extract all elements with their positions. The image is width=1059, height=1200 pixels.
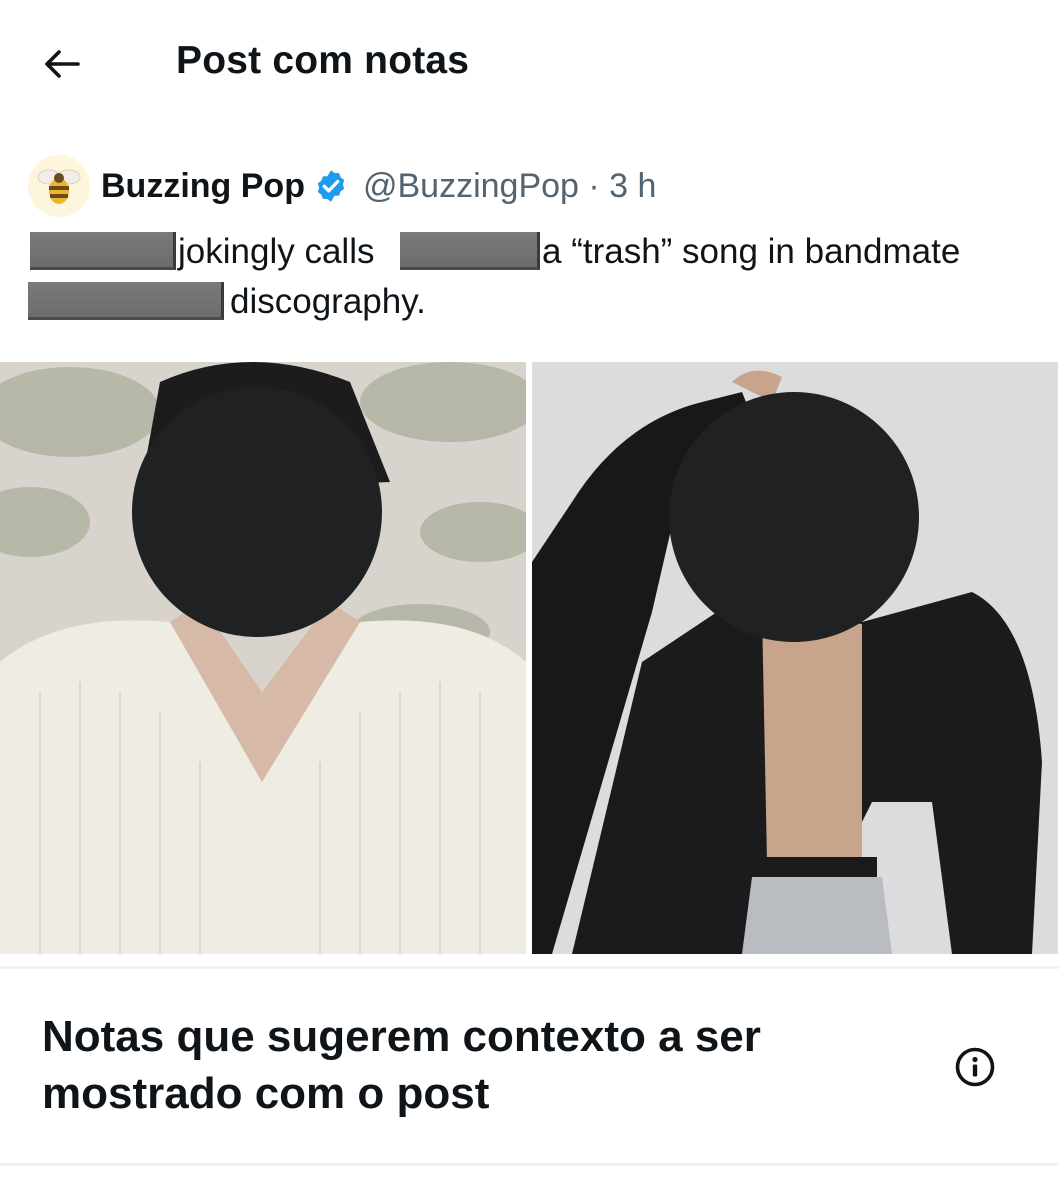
avatar[interactable]	[28, 155, 90, 217]
info-icon	[955, 1047, 995, 1087]
back-button[interactable]	[36, 38, 88, 90]
post-text-segment: discography.	[230, 282, 426, 321]
info-button[interactable]	[954, 1046, 996, 1088]
post-image-2[interactable]	[532, 362, 1058, 954]
arrow-left-icon	[45, 50, 80, 78]
redaction-bar	[28, 282, 224, 320]
bee-icon	[37, 169, 81, 204]
divider	[0, 1163, 1059, 1166]
post-text-segment: jokingly calls	[178, 232, 375, 271]
author-handle-time[interactable]: @BuzzingPop · 3 h	[363, 167, 656, 206]
divider	[0, 966, 1059, 969]
top-bar: Post com notas	[0, 0, 1059, 122]
author-name[interactable]: Buzzing Pop	[101, 167, 305, 206]
photo-person-sweater	[0, 362, 526, 954]
post-image-1[interactable]	[0, 362, 526, 954]
post-text-segment: a “trash” song in bandmate	[542, 232, 961, 271]
photo-person-jacket	[532, 362, 1058, 954]
redaction-bar	[400, 232, 540, 270]
post-author-row: Buzzing Pop @BuzzingPop · 3 h	[28, 155, 1028, 217]
notes-section-title: Notas que sugerem contexto a ser mostrad…	[42, 1012, 761, 1118]
verified-badge-icon	[317, 170, 345, 202]
redaction-bar	[30, 232, 176, 270]
page-title: Post com notas	[176, 39, 470, 82]
